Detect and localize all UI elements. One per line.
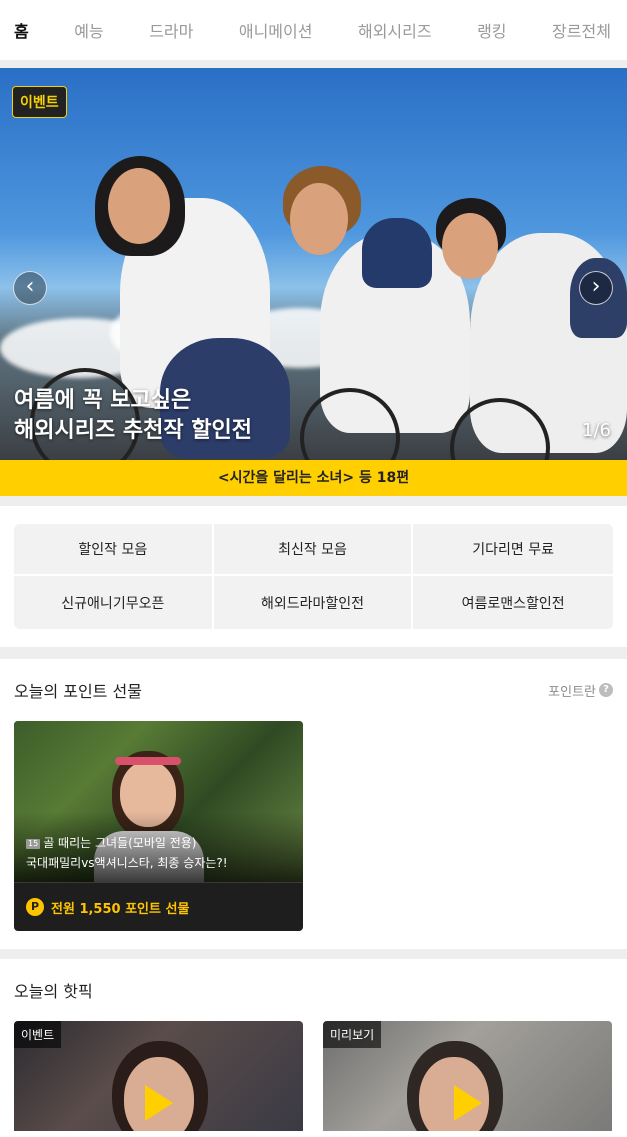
event-badge: 이벤트: [12, 86, 67, 118]
chevron-right-icon[interactable]: ›: [579, 271, 613, 305]
section-header: 오늘의 핫픽: [14, 959, 613, 1021]
tab-home[interactable]: 홈: [14, 18, 29, 42]
category-shortcuts: 할인작 모음 최신작 모음 기다리면 무료 신규애니기무오픈 해외드라마할인전 …: [0, 506, 627, 647]
gift-show-title: 골 때리는 그녀들(모바일 전용): [43, 836, 197, 850]
chevron-left-icon[interactable]: ‹: [13, 271, 47, 305]
gift-reward: P 전원 1,550 포인트 선물: [14, 882, 303, 931]
hot-pick-section: 오늘의 핫픽 이벤트 미리보기: [0, 959, 627, 1131]
tab-overseas-series[interactable]: 해외시리즈: [358, 18, 432, 42]
divider: [0, 647, 627, 659]
tab-drama[interactable]: 드라마: [149, 18, 193, 42]
banner-title: 여름에 꼭 보고싶은 해외시리즈 추천작 할인전: [14, 386, 252, 446]
hot-pick-row: 이벤트 미리보기: [14, 1021, 613, 1131]
gift-thumbnail: 15 골 때리는 그녀들(모바일 전용) 국대패밀리vs액셔니스타, 최종 승자는…: [14, 721, 303, 882]
banner-figure-bag: [362, 218, 432, 288]
section-title: 오늘의 포인트 선물: [14, 682, 142, 701]
thumbnail-figure-headband: [115, 757, 181, 765]
section-title: 오늘의 핫픽: [14, 982, 93, 1001]
tab-variety[interactable]: 예능: [74, 18, 103, 42]
banner-title-line1: 여름에 꼭 보고싶은: [14, 388, 192, 413]
category-summer-romance-sale[interactable]: 여름로맨스할인전: [413, 576, 613, 629]
category-latest-collection[interactable]: 최신작 모음: [213, 524, 414, 576]
divider: [0, 949, 627, 959]
top-tab-bar: 홈 예능 드라마 애니메이션 해외시리즈 랭킹 장르전체: [0, 0, 627, 60]
play-icon[interactable]: [453, 1085, 482, 1121]
point-info-label: 포인트란: [548, 684, 596, 700]
hero-banner[interactable]: 이벤트 ‹ › 여름에 꼭 보고싶은 해외시리즈 추천작 할인전 1/6: [0, 68, 627, 460]
age-rating-badge: 15: [26, 839, 41, 849]
category-overseas-drama-sale[interactable]: 해외드라마할인전: [214, 576, 414, 629]
point-gift-card[interactable]: 15 골 때리는 그녀들(모바일 전용) 국대패밀리vs액셔니스타, 최종 승자는…: [14, 721, 303, 931]
gift-caption-line1: 15 골 때리는 그녀들(모바일 전용): [26, 833, 228, 853]
gift-caption-line2: 국대패밀리vs액셔니스타, 최종 승자는?!: [26, 856, 228, 870]
play-icon[interactable]: [144, 1085, 173, 1121]
point-coin-icon: P: [26, 898, 44, 916]
hot-pick-card[interactable]: 미리보기: [323, 1021, 612, 1131]
category-wait-free[interactable]: 기다리면 무료: [413, 524, 613, 576]
banner-figure-face: [290, 183, 348, 255]
tab-ranking[interactable]: 랭킹: [477, 18, 506, 42]
category-discount-collection[interactable]: 할인작 모음: [14, 524, 214, 576]
tab-all-genres[interactable]: 장르전체: [552, 18, 611, 42]
point-gift-section: 오늘의 포인트 선물 포인트란 ? 15 골 때리는 그녀들(모바일 전용) 국대…: [0, 659, 627, 949]
divider: [0, 496, 627, 506]
banner-figure-face: [108, 168, 170, 244]
divider: [0, 60, 627, 68]
category-new-anime-free[interactable]: 신규애니기무오픈: [14, 576, 214, 629]
section-header: 오늘의 포인트 선물 포인트란 ?: [14, 659, 613, 721]
category-grid: 할인작 모음 최신작 모음 기다리면 무료 신규애니기무오픈 해외드라마할인전 …: [14, 524, 613, 629]
gift-caption: 15 골 때리는 그녀들(모바일 전용) 국대패밀리vs액셔니스타, 최종 승자는…: [26, 833, 228, 873]
gift-reward-text: 전원 1,550 포인트 선물: [51, 901, 190, 917]
point-info-link[interactable]: 포인트란 ?: [548, 681, 613, 700]
banner-page-counter: 1/6: [582, 420, 611, 441]
tab-animation[interactable]: 애니메이션: [239, 18, 313, 42]
banner-subtitle-bar[interactable]: <시간을 달리는 소녀> 등 18편: [0, 460, 627, 496]
hot-pick-tag: 이벤트: [14, 1021, 62, 1048]
hot-pick-tag: 미리보기: [323, 1021, 382, 1048]
banner-figure-face: [442, 213, 498, 279]
hot-pick-card[interactable]: 이벤트: [14, 1021, 303, 1131]
question-icon: ?: [599, 683, 613, 697]
banner-title-line2: 해외시리즈 추천작 할인전: [14, 418, 252, 443]
